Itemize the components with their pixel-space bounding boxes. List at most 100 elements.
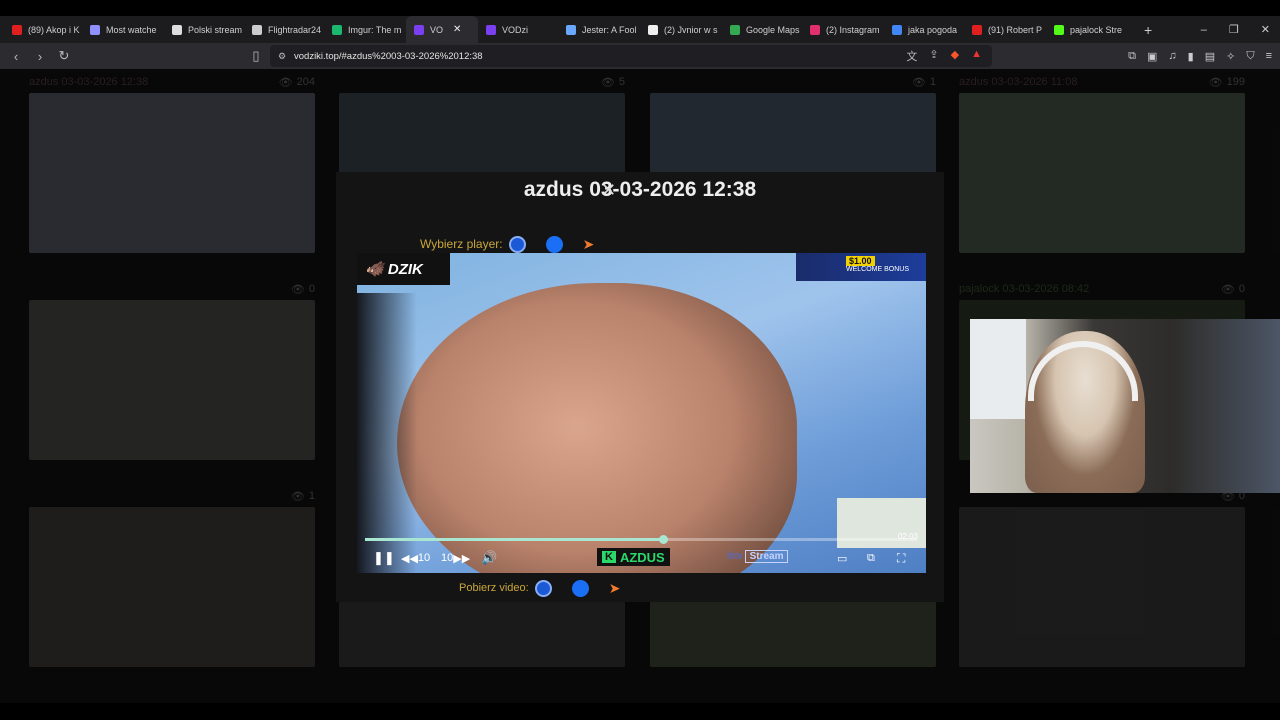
tab-label: Flightradar24 xyxy=(268,24,322,35)
back-icon[interactable]: ‹ xyxy=(6,49,26,64)
arrow-icon: ➤ xyxy=(608,579,621,596)
forward-button[interactable]: 10 ▶▶ xyxy=(441,552,470,565)
video-player[interactable]: 🐗 DZIK $1.00 WELCOME BONUS 02:03 ❚❚ ◀◀ 10… xyxy=(357,253,926,573)
tab-favicon-icon xyxy=(12,24,22,35)
tab-favicon-icon xyxy=(972,24,982,35)
screenshot-icon[interactable]: ▣ xyxy=(1147,50,1157,63)
video-frame xyxy=(397,283,797,573)
download-label: Pobierz video: xyxy=(459,582,529,594)
download-option-2[interactable] xyxy=(571,579,593,597)
modal-title: azdus 03-03-2026 12:38 xyxy=(523,178,757,201)
extensions-icon[interactable]: ⧉ xyxy=(1128,50,1136,63)
player-controls: ❚❚ ◀◀ 10 10 ▶▶ 🔊 K AZDUS hitv Stream ▭ ⧉ ⛶ xyxy=(357,547,926,569)
url-field[interactable]: ⚙ vodziki.top/#azdus%2003-03-2026%2012:3… xyxy=(270,45,992,67)
tab-favicon-icon xyxy=(648,24,658,35)
tab-label: VO xyxy=(430,24,444,35)
browser-tab[interactable]: VO ✕ xyxy=(406,16,478,43)
player-option-1[interactable] xyxy=(508,235,530,253)
close-icon[interactable]: ✕ xyxy=(601,180,616,201)
minimize-button[interactable]: – xyxy=(1201,24,1207,36)
download-option-3[interactable]: ➤ xyxy=(609,580,625,597)
tab-favicon-icon xyxy=(810,24,820,35)
tab-strip: (89) Akop i K Most watche Polski stream Fli… xyxy=(0,16,1280,43)
close-window-button[interactable]: ✕ xyxy=(1261,23,1270,36)
browser-tab[interactable]: VODzi xyxy=(478,16,558,43)
blue-dot-icon xyxy=(545,235,563,253)
tab-label: Jester: A Fool xyxy=(582,24,637,35)
tab-label: Polski stream xyxy=(188,24,243,35)
browser-tab[interactable]: Most watche xyxy=(82,16,164,43)
tab-favicon-icon xyxy=(730,24,740,35)
share-icon[interactable]: ⇪ xyxy=(929,48,938,64)
webcam-overlay xyxy=(970,319,1280,493)
player-option-2[interactable] xyxy=(545,235,567,253)
forward-icon[interactable]: › xyxy=(30,49,50,64)
tab-favicon-icon xyxy=(892,24,902,35)
subtitles-icon[interactable]: ▭ xyxy=(837,552,847,565)
media-icon[interactable]: ♫ xyxy=(1168,50,1176,62)
blue-dot-icon xyxy=(571,579,589,597)
browser-tab[interactable]: (2) Instagram xyxy=(802,16,884,43)
fullscreen-icon[interactable]: ⛶ xyxy=(897,551,905,566)
player-option-3[interactable]: ➤ xyxy=(583,236,599,253)
tab-favicon-icon xyxy=(486,24,496,35)
bookmark-icon[interactable]: ▯ xyxy=(246,48,266,64)
pause-button[interactable]: ❚❚ xyxy=(373,550,395,566)
tab-favicon-icon xyxy=(332,24,342,35)
seek-bar[interactable] xyxy=(365,535,917,544)
rewind-button[interactable]: ◀◀ 10 xyxy=(401,552,430,565)
tab-favicon-icon xyxy=(252,24,262,35)
browser-tab[interactable]: (89) Akop i K xyxy=(4,16,82,43)
rewards-icon[interactable]: ▲ xyxy=(971,48,982,64)
tab-label: VODzi xyxy=(502,24,529,35)
tab-label: (2) Jvnior w s xyxy=(664,24,718,35)
download-row: Pobierz video: ➤ xyxy=(459,579,634,597)
sidebar-icon[interactable]: ▮ xyxy=(1188,50,1194,63)
browser-tab[interactable]: Jester: A Fool xyxy=(558,16,640,43)
dzik-watermark: 🐗 DZIK xyxy=(357,253,450,285)
maximize-button[interactable]: ❐ xyxy=(1229,23,1239,36)
tab-favicon-icon xyxy=(566,24,576,35)
new-tab-button[interactable]: + xyxy=(1134,22,1162,38)
tab-label: Google Maps xyxy=(746,24,800,35)
tab-label: jaka pogoda xyxy=(908,24,958,35)
reload-icon[interactable]: ↻ xyxy=(54,48,74,64)
blue-circle-icon xyxy=(534,579,552,597)
tab-label: (89) Akop i K xyxy=(28,24,80,35)
wallet-icon[interactable]: ▤ xyxy=(1205,50,1215,63)
menu-icon[interactable]: ≡ xyxy=(1266,50,1272,62)
picture-in-picture-icon[interactable]: ⧉ xyxy=(867,552,875,565)
tab-close-icon[interactable]: ✕ xyxy=(453,24,461,35)
tab-label: (2) Instagram xyxy=(826,24,880,35)
arrow-icon: ➤ xyxy=(582,235,595,252)
translate-icon[interactable]: 文 xyxy=(906,48,917,64)
browser-tab[interactable]: Flightradar24 xyxy=(244,16,324,43)
ad-banner[interactable]: $1.00 WELCOME BONUS xyxy=(796,253,926,281)
browser-tab[interactable]: (91) Robert P xyxy=(964,16,1046,43)
browser-tab[interactable]: Google Maps xyxy=(722,16,802,43)
browser-tab[interactable]: jaka pogoda xyxy=(884,16,964,43)
brave-shield-icon[interactable]: ◆ xyxy=(951,48,959,64)
url-text: vodziki.top/#azdus%2003-03-2026%2012:38 xyxy=(294,50,483,62)
leo-icon[interactable]: ✧ xyxy=(1226,50,1235,63)
volume-icon[interactable]: 🔊 xyxy=(481,550,497,566)
browser-tab[interactable]: pajalock Stre xyxy=(1046,16,1134,43)
seek-handle[interactable] xyxy=(659,535,669,544)
window-controls: – ❐ ✕ xyxy=(1201,16,1270,43)
tab-label: Most watche xyxy=(106,24,157,35)
vpn-icon[interactable]: ⛉ xyxy=(1246,50,1254,63)
site-info-icon[interactable]: ⚙ xyxy=(278,51,286,62)
tab-favicon-icon xyxy=(90,24,100,35)
tab-favicon-icon xyxy=(1054,24,1064,35)
download-option-1[interactable] xyxy=(534,579,556,597)
address-bar: ‹ › ↻ ▯ ⚙ vodziki.top/#azdus%2003-03-202… xyxy=(0,43,1280,69)
player-picker-label: Wybierz player: xyxy=(420,237,503,251)
tab-label: Imgur: The m xyxy=(348,24,402,35)
browser-tab[interactable]: Polski stream xyxy=(164,16,244,43)
browser-tab[interactable]: (2) Jvnior w s xyxy=(640,16,722,43)
tab-label: pajalock Stre xyxy=(1070,24,1123,35)
azdus-logo: K AZDUS xyxy=(597,548,670,566)
tab-favicon-icon xyxy=(414,24,424,35)
browser-tab[interactable]: Imgur: The m xyxy=(324,16,406,43)
tab-label: (91) Robert P xyxy=(988,24,1043,35)
